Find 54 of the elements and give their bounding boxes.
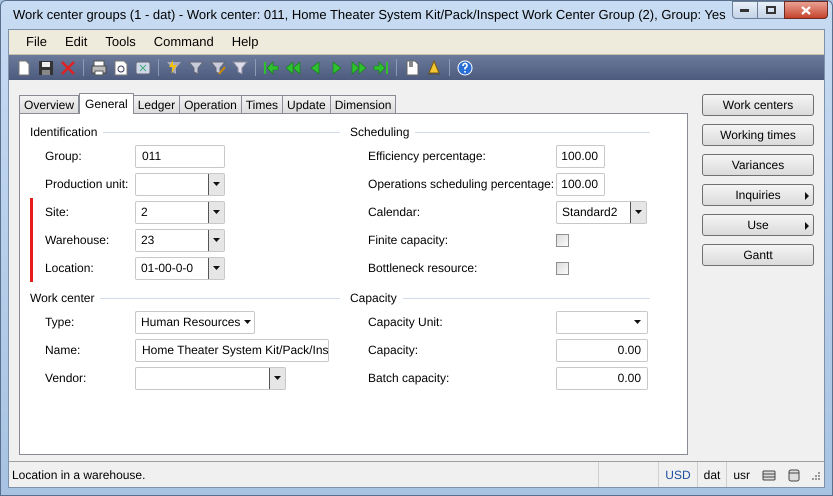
menu-item[interactable]: Tools <box>98 32 143 52</box>
field-label: Capacity Unit: <box>368 314 444 331</box>
field-label: Finite capacity: <box>368 232 450 249</box>
field-label: Type: <box>45 314 76 331</box>
combo-box[interactable]: 2 <box>135 200 225 224</box>
field-label: Capacity: <box>368 342 420 359</box>
action-button[interactable]: Use <box>702 214 814 236</box>
tab[interactable]: Overview <box>19 95 80 113</box>
dropdown[interactable]: Human Resources <box>135 310 255 334</box>
company-indicator[interactable]: dat <box>696 462 726 487</box>
menu-item[interactable]: File <box>19 32 54 52</box>
section-heading: Work center <box>30 290 94 307</box>
action-button[interactable]: Work centers <box>702 94 814 116</box>
field-label: Group: <box>45 148 83 165</box>
combo-box[interactable]: 01-00-0-0 <box>135 256 225 280</box>
section-heading: Scheduling <box>350 124 410 141</box>
text-field[interactable]: 0.00 <box>556 366 648 390</box>
window-title: Work center groups (1 - dat) - Work center: 011, Home Theater System Kit/Pack/Inspect Work Center Group (2), Group: Yes <box>13 6 726 24</box>
section-heading: Capacity <box>350 290 397 307</box>
action-button[interactable]: Variances <box>702 154 814 176</box>
combo-box[interactable]: Standard2 <box>556 200 647 224</box>
action-button[interactable]: Gantt <box>702 244 814 266</box>
text-field[interactable]: Home Theater System Kit/Pack/Ins <box>135 338 329 362</box>
tab[interactable]: Update <box>282 95 331 113</box>
field-label: Vendor: <box>45 370 88 387</box>
currency-indicator[interactable]: USD <box>658 462 697 487</box>
section-heading: Identification <box>30 124 98 141</box>
tab[interactable]: Ledger <box>132 95 180 113</box>
field-label: Warehouse: <box>45 232 110 249</box>
field-label: Location: <box>45 260 95 277</box>
tab[interactable]: Times <box>240 95 284 113</box>
tab[interactable]: Operation <box>179 95 242 113</box>
menu-item[interactable]: Command <box>146 32 221 52</box>
field-label: Name: <box>45 342 82 359</box>
text-field[interactable]: 011 <box>135 144 225 168</box>
field-label: Batch capacity: <box>368 370 450 387</box>
user-indicator[interactable]: usr <box>726 462 756 487</box>
text-field[interactable]: 0.00 <box>556 338 648 362</box>
menu-item[interactable]: Help <box>224 32 266 52</box>
field-label: Production unit: <box>45 176 130 193</box>
tab[interactable]: Dimension <box>330 95 396 113</box>
status-message: Location in a warehouse. <box>11 466 146 484</box>
combo-box[interactable]: 23 <box>135 228 225 252</box>
action-button[interactable]: Inquiries <box>702 184 814 206</box>
field-label: Efficiency percentage: <box>368 148 487 165</box>
text-field[interactable]: 100.00 <box>556 144 605 168</box>
field-label: Calendar: <box>368 204 422 221</box>
text-field[interactable]: 100.00 <box>556 172 605 196</box>
menu-item[interactable]: Edit <box>58 32 94 52</box>
action-button[interactable]: Working times <box>702 124 814 146</box>
tab[interactable]: General <box>79 93 134 114</box>
field-label: Bottleneck resource: <box>368 260 478 277</box>
field-label: Site: <box>45 204 70 221</box>
field-label: Operations scheduling percentage: <box>368 176 556 193</box>
